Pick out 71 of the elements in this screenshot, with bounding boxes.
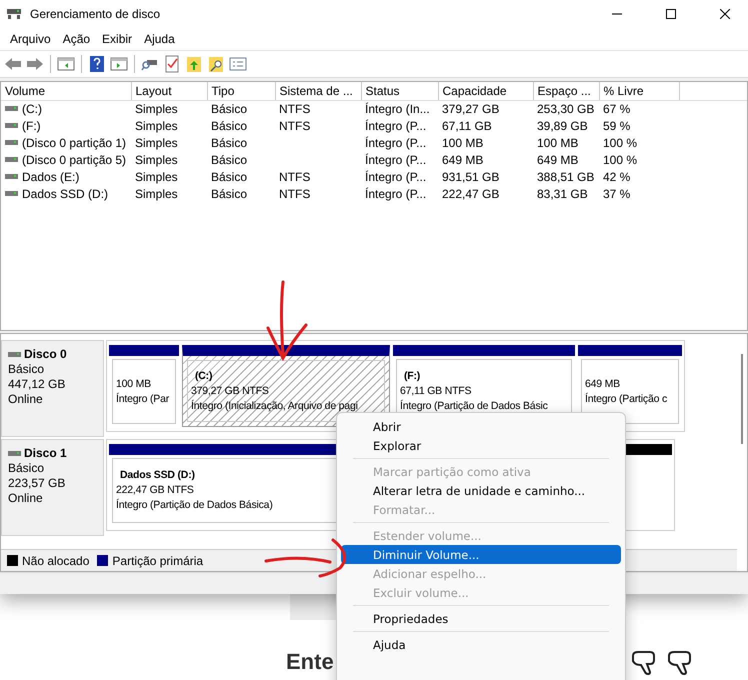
table-cell-text: 649 MB (536, 152, 580, 168)
table-cell-text: NTFS (278, 118, 312, 134)
disk-name: Disco 0 (24, 347, 67, 362)
table-cell-text: 388,51 GB (536, 168, 596, 185)
table-cell-text: NTFS (278, 186, 312, 202)
table-cell: (F:) (22, 118, 41, 132)
partition-size: 67,11 GB NTFS (400, 384, 472, 399)
disk-type: Básico (8, 461, 46, 476)
partition-status: Íntegro (Partição de Dados Básic (400, 399, 548, 414)
table-cell-text: Básico (210, 152, 248, 168)
partition-size: 379,27 GB NTFS (191, 384, 269, 398)
table-cell-text: 39,89 GB (536, 118, 589, 134)
table-cell-text: 100 % (602, 134, 638, 151)
table-cell: 253,30 GB (533, 100, 599, 117)
disk-status: Online (8, 491, 44, 506)
partition-label: Dados SSD (D:) (119, 468, 195, 483)
table-cell-text: Íntegro (P... (364, 134, 428, 151)
table-cell-text: Íntegro (P... (364, 152, 428, 168)
table-cell-text: 59 % (602, 118, 632, 134)
table-cell-text: Íntegro (P... (364, 168, 428, 185)
partition-status: Íntegro (Partição c (585, 392, 667, 406)
partition-status: Íntegro (Inicialização, Arquivo de pagi (191, 398, 358, 414)
table-cell-text: Simples (134, 186, 179, 202)
table-cell: NTFS (275, 100, 361, 117)
table-cell: Dados SSD (D:) (22, 186, 108, 200)
table-cell-text: Íntegro (P... (364, 186, 428, 202)
disk-size: 223,57 GB (8, 476, 66, 491)
table-cell-text: Básico (210, 168, 248, 185)
table-cell: (Disco 0 partição 1) (22, 136, 126, 150)
table-cell-text: 100 MB (536, 134, 580, 151)
disk-name: Disco 1 (24, 446, 67, 461)
table-cell-text: Básico (210, 186, 248, 202)
table-cell: 67 % (599, 100, 679, 117)
legend-label: Não alocado (22, 554, 90, 568)
table-cell: 379,27 GB (438, 100, 533, 117)
table-cell-text: 100 MB (441, 134, 484, 151)
table-cell-text: 931,51 GB (441, 168, 500, 185)
table-cell-text: 100 % (602, 152, 638, 168)
table-cell: (C:) (22, 102, 42, 116)
legend-label: Partição primária (112, 554, 204, 568)
table-cell-text: NTFS (278, 168, 312, 185)
table-cell-text: Íntegro (P... (364, 118, 428, 134)
partition-label: (C:) (194, 368, 212, 384)
table-cell-text: Simples (134, 118, 179, 134)
table-cell-text: Simples (134, 168, 179, 185)
table-cell-text: 649 MB (441, 152, 484, 168)
partition-size: 100 MB (116, 376, 151, 392)
disk-size: 447,12 GB (8, 377, 66, 392)
partition-status: Íntegro (Par (116, 392, 170, 406)
table-cell-text: 222,47 GB (441, 186, 500, 202)
disk-status: Online (8, 392, 44, 407)
table-cell-text: Simples (134, 152, 179, 168)
table-cell-text: Básico (210, 134, 248, 151)
page-heading: Ente (286, 648, 334, 676)
table-cell: Básico (207, 100, 275, 117)
partition-size: 222,47 GB NTFS (116, 483, 194, 498)
partition-status: Íntegro (Partição de Dados Básica) (116, 498, 273, 513)
window-title: Gerenciamento de disco (30, 7, 162, 21)
table-cell-text: Básico (210, 118, 248, 134)
table-cell-text: 37 % (602, 186, 632, 202)
table-cell-text: 83,31 GB (536, 186, 589, 202)
table-cell-text: 67,11 GB (441, 118, 493, 134)
table-cell: Simples (131, 100, 207, 117)
table-cell-text: 42 % (602, 168, 632, 185)
table-cell: Íntegro (In... (361, 100, 438, 117)
disk-type: Básico (8, 362, 46, 377)
table-cell-text: Simples (134, 134, 179, 151)
table-cell: Dados (E:) (22, 170, 80, 184)
partition-size: 649 MB (585, 376, 620, 392)
partition-label: (F:) (403, 369, 420, 384)
table-cell: (Disco 0 partição 5) (22, 152, 126, 166)
